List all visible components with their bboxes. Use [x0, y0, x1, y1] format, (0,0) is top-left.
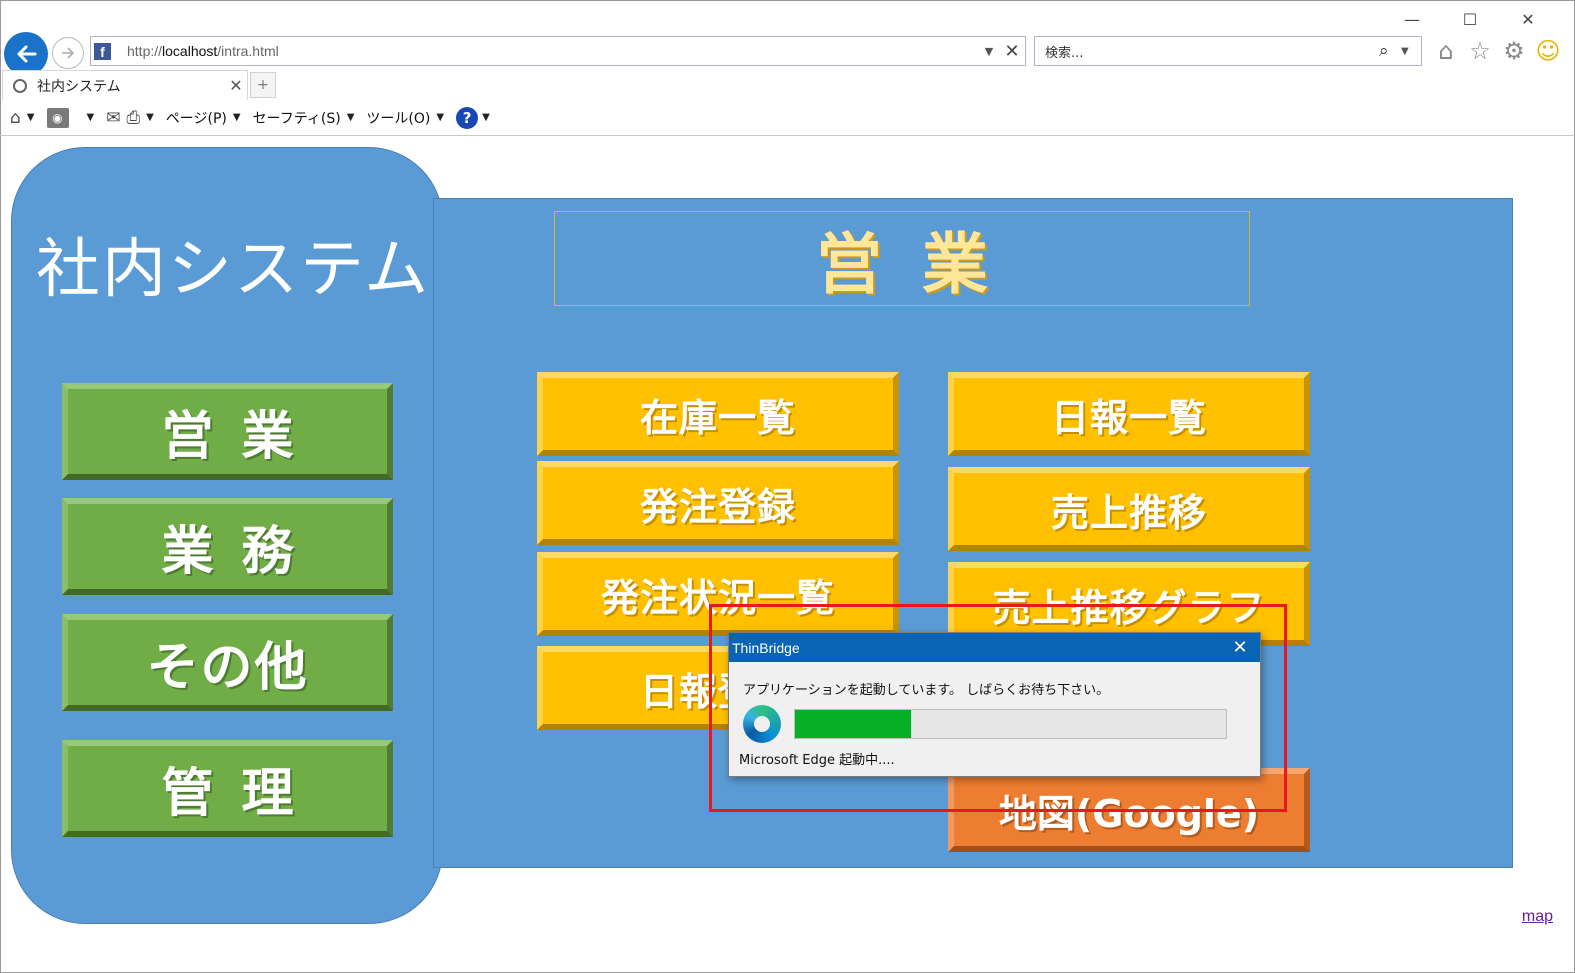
facebook-icon: f — [94, 42, 111, 60]
nav-button-operations[interactable]: 業務 — [62, 498, 393, 595]
tools-dropdown-icon[interactable]: ▼ — [436, 112, 444, 123]
rss-dropdown-icon[interactable]: ▼ — [87, 112, 95, 123]
tab-intranet[interactable]: 社内システム ✕ — [2, 70, 248, 100]
progress-fill — [795, 710, 912, 738]
url-dropdown-icon[interactable]: ▼ — [979, 45, 999, 58]
address-input[interactable]: f http://localhost/intra.html ▼ ✕ — [90, 36, 1026, 66]
window-controls: — ☐ ✕ — [1383, 6, 1557, 32]
close-window-icon[interactable]: ✕ — [1499, 6, 1557, 32]
url-text: http://localhost/intra.html — [127, 43, 279, 59]
map-link[interactable]: map — [1522, 908, 1553, 926]
rss-icon[interactable]: ◉ — [46, 107, 69, 128]
tab-label: 社内システム — [37, 78, 121, 95]
smiley-icon[interactable]: ☺ — [1534, 36, 1562, 66]
mail-icon[interactable]: ✉ — [106, 108, 120, 128]
tab-strip: 社内システム ✕ + — [0, 70, 1575, 100]
loading-spinner-icon — [13, 78, 27, 93]
progress-bar — [794, 709, 1227, 739]
menu-page[interactable]: ページ(P) — [166, 108, 227, 128]
help-dropdown-icon[interactable]: ▼ — [482, 112, 490, 123]
system-title: 社内システム — [36, 233, 431, 307]
gear-icon[interactable]: ⚙ — [1500, 36, 1528, 66]
page-dropdown-icon[interactable]: ▼ — [233, 112, 241, 123]
dialog-status: Microsoft Edge 起動中.... — [739, 753, 895, 768]
print-dropdown-icon[interactable]: ▼ — [146, 112, 154, 123]
maximize-icon[interactable]: ☐ — [1441, 6, 1499, 32]
help-icon[interactable]: ? — [456, 106, 479, 129]
address-bar-row: f http://localhost/intra.html ▼ ✕ 検索... … — [0, 30, 1575, 76]
forward-button[interactable] — [52, 37, 84, 69]
search-input[interactable]: 検索... ⌕ ▼ — [1034, 36, 1422, 66]
dialog-title: ThinBridge — [732, 639, 800, 656]
new-tab-button[interactable]: + — [250, 72, 276, 98]
search-placeholder: 検索... — [1045, 45, 1084, 61]
command-bar: ⌂ ▼ ◉ ▼ ✉ ⎙ ▼ ページ(P) ▼ セーフティ(S) ▼ ツール(O)… — [0, 100, 1575, 136]
back-arrow-icon — [17, 45, 37, 63]
dialog-close-icon[interactable]: ✕ — [1220, 637, 1260, 658]
thinbridge-dialog: ThinBridge ✕ アプリケーションを起動しています。 しばらくお待ち下さ… — [728, 632, 1261, 777]
favorites-star-icon[interactable]: ☆ — [1466, 36, 1494, 66]
home-icon[interactable]: ⌂ — [1432, 36, 1460, 66]
browser-tool-icons: ⌂ ☆ ⚙ ☺ — [1432, 36, 1562, 66]
dialog-message: アプリケーションを起動しています。 しばらくお待ち下さい。 — [743, 683, 1110, 698]
edge-browser-icon — [743, 705, 781, 743]
stop-icon[interactable]: ✕ — [999, 41, 1025, 62]
search-dropdown-icon[interactable]: ▼ — [1401, 46, 1421, 57]
menu-button-sales-trend[interactable]: 売上推移 — [948, 467, 1310, 551]
nav-button-sales[interactable]: 営業 — [62, 383, 393, 480]
tab-close-icon[interactable]: ✕ — [225, 76, 247, 95]
print-icon[interactable]: ⎙ — [126, 108, 140, 128]
menu-button-inventory-list[interactable]: 在庫一覧 — [537, 372, 899, 456]
home-dropdown-icon[interactable]: ▼ — [27, 112, 35, 123]
menu-safety[interactable]: セーフティ(S) — [253, 108, 341, 128]
nav-button-other[interactable]: その他 — [62, 614, 393, 711]
dialog-titlebar: ThinBridge ✕ — [729, 633, 1260, 662]
menu-button-daily-report-list[interactable]: 日報一覧 — [948, 372, 1310, 456]
home-icon[interactable]: ⌂ — [10, 108, 21, 128]
safety-dropdown-icon[interactable]: ▼ — [347, 112, 355, 123]
menu-tools[interactable]: ツール(O) — [366, 108, 430, 128]
menu-button-order-entry[interactable]: 発注登録 — [537, 461, 899, 545]
search-icon[interactable]: ⌕ — [1379, 41, 1401, 61]
forward-arrow-icon — [62, 47, 75, 59]
section-title: 営業 — [554, 211, 1250, 306]
nav-button-admin[interactable]: 管理 — [62, 740, 393, 837]
minimize-icon[interactable]: — — [1383, 6, 1441, 32]
